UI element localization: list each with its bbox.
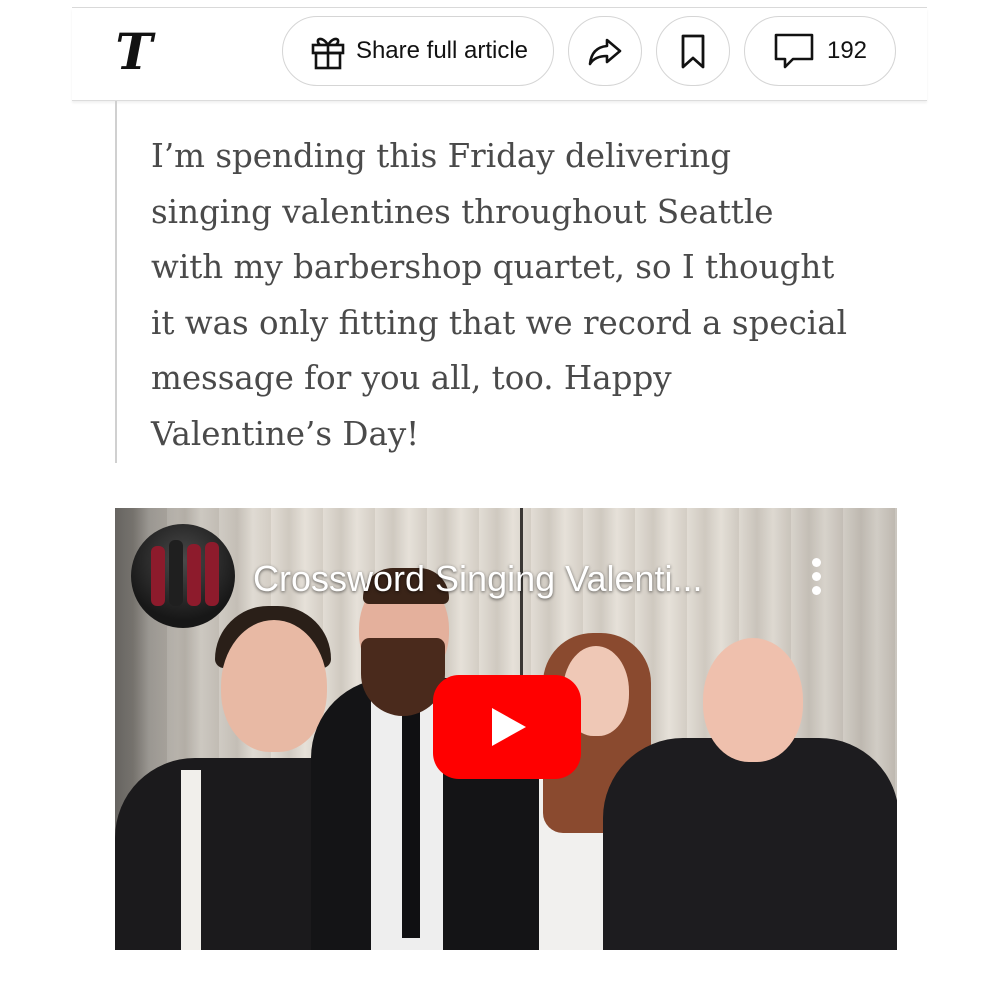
play-icon — [492, 708, 526, 746]
share-button[interactable] — [568, 16, 642, 86]
channel-avatar[interactable] — [131, 524, 235, 628]
share-full-article-button[interactable]: Share full article — [282, 16, 554, 86]
nyt-logo[interactable]: T — [112, 24, 156, 80]
article-toolbar: T Share full article 192 — [72, 8, 927, 101]
more-options-icon[interactable] — [805, 558, 827, 598]
embedded-post-quote: I’m spending this Friday delivering sing… — [115, 101, 877, 463]
bookmark-icon — [681, 34, 705, 69]
gift-icon — [311, 37, 345, 70]
quote-text: I’m spending this Friday delivering sing… — [151, 137, 847, 453]
comments-button[interactable]: 192 — [744, 16, 896, 86]
comment-count: 192 — [826, 37, 868, 64]
youtube-video-embed[interactable]: Crossword Singing Valenti... — [115, 508, 897, 950]
video-title[interactable]: Crossword Singing Valenti... — [253, 558, 703, 600]
share-arrow-icon — [588, 38, 622, 66]
play-button[interactable] — [433, 675, 581, 779]
comment-icon — [774, 33, 814, 69]
share-button-label: Share full article — [355, 37, 529, 64]
save-button[interactable] — [656, 16, 730, 86]
